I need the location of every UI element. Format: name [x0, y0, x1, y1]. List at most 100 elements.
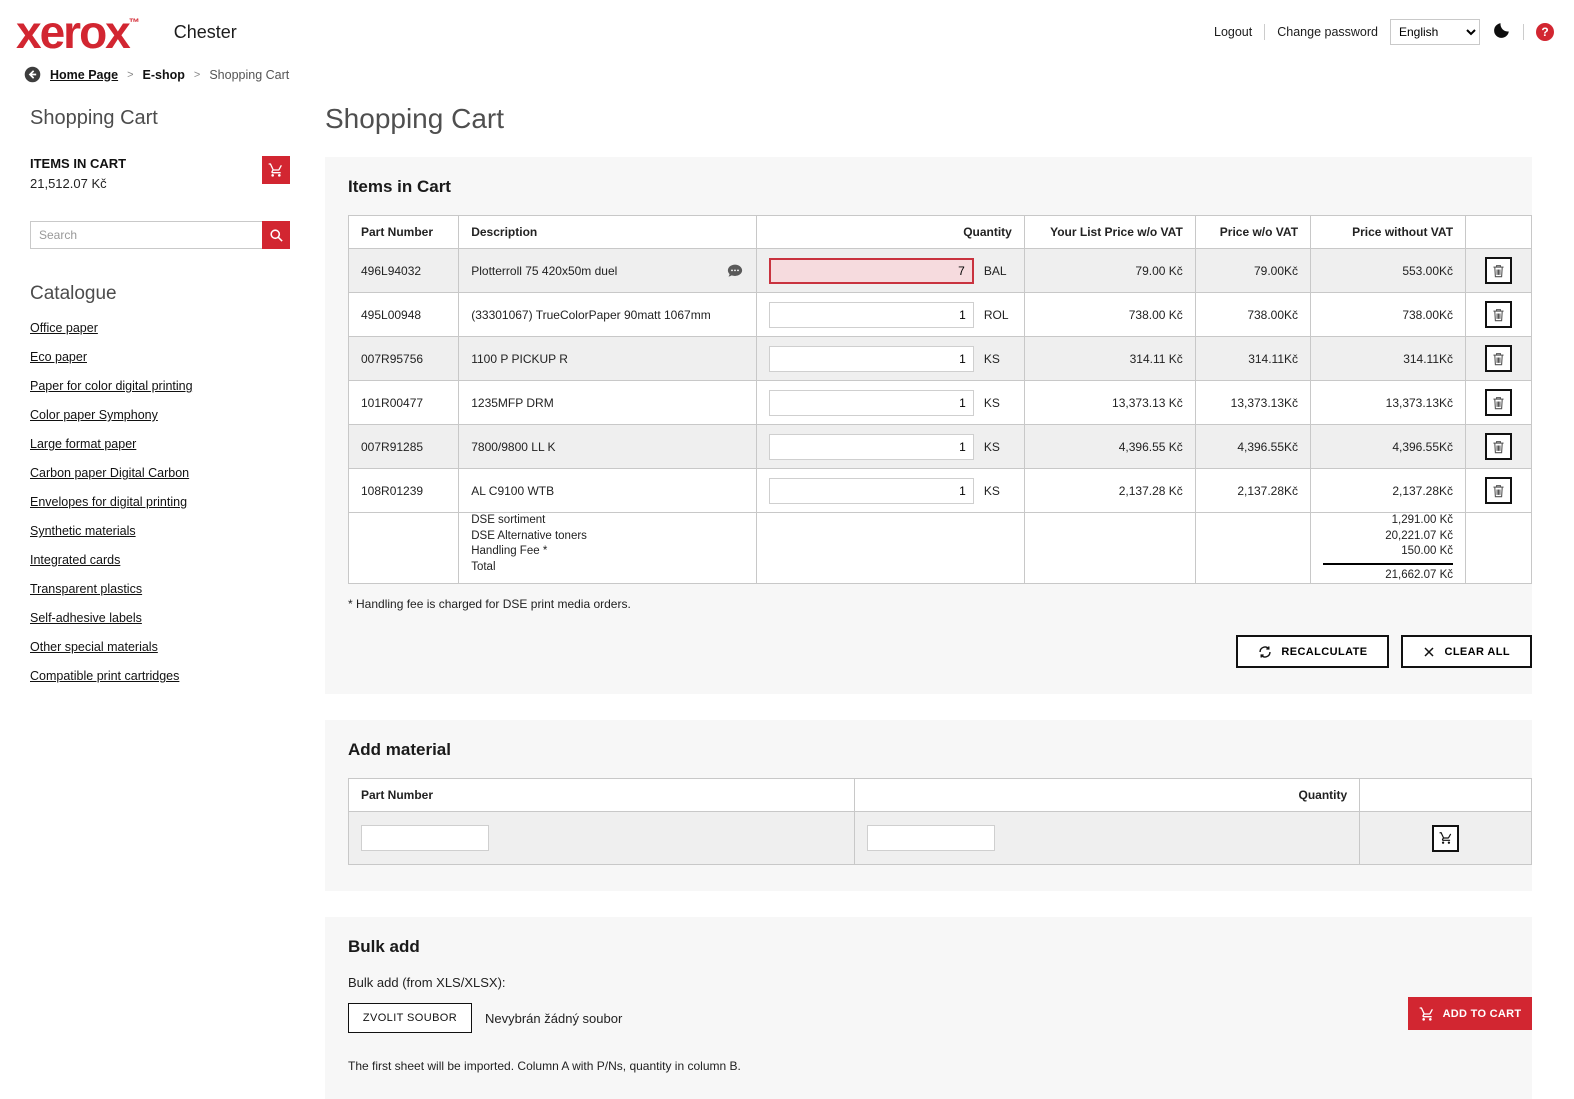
price-cell: 314.11Kč [1194, 336, 1312, 381]
quantity-input[interactable] [768, 301, 974, 328]
add-qty-cell [853, 811, 1361, 865]
choose-file-button[interactable]: ZVOLIT SOUBOR [348, 1003, 472, 1033]
top-bar: xerox™ Chester Logout Change password En… [0, 0, 1574, 60]
catalogue-link[interactable]: Color paper Symphony [30, 408, 158, 422]
top-right-controls: Logout Change password English ? [1214, 19, 1554, 45]
delete-item-button[interactable] [1485, 389, 1513, 416]
part-number-cell: 007R91285 [347, 424, 460, 469]
catalogue-list-item: Synthetic materials [30, 522, 290, 540]
trash-icon [1492, 396, 1505, 410]
search-button[interactable] [262, 221, 290, 249]
price-without-vat-cell: 2,137.28Kč [1310, 468, 1467, 513]
logout-link[interactable]: Logout [1214, 25, 1252, 39]
catalogue-list-item: Large format paper [30, 435, 290, 453]
description-cell: 1235MFP DRM [458, 380, 757, 425]
quantity-input[interactable] [768, 389, 974, 416]
breadcrumb: Home Page > E-shop > Shopping Cart [0, 60, 1574, 93]
part-number: 496L94032 [361, 263, 422, 278]
quantity-input[interactable] [768, 433, 974, 460]
part-number: 108R01239 [361, 483, 424, 498]
part-number-cell: 101R00477 [347, 380, 460, 425]
summary-empty-cell [1023, 512, 1196, 584]
add-material-heading: Add material [348, 740, 451, 759]
catalogue-link[interactable]: Carbon paper Digital Carbon [30, 466, 189, 480]
description: 7800/9800 LL K [471, 439, 556, 454]
catalogue-link[interactable]: Compatible print cartridges [30, 669, 179, 683]
divider [1523, 24, 1524, 40]
brand-text: xerox [16, 6, 131, 58]
delete-item-button[interactable] [1485, 345, 1513, 372]
delete-item-button[interactable] [1485, 257, 1513, 284]
catalogue-links: Office paper Eco paper Paper for color dig… [30, 319, 290, 685]
quantity-cell: KS [755, 468, 1025, 513]
delete-item-button[interactable] [1485, 301, 1513, 328]
breadcrumb-separator: > [127, 68, 134, 81]
catalogue-link[interactable]: Transparent plastics [30, 582, 142, 596]
trash-icon [1492, 264, 1505, 278]
unit-label: KS [983, 439, 1000, 454]
breadcrumb-home[interactable]: Home Page [50, 68, 118, 82]
price-without-vat-cell: 13,373.13Kč [1310, 380, 1467, 425]
change-password-link[interactable]: Change password [1277, 25, 1378, 39]
xerox-logo[interactable]: xerox™ [16, 9, 140, 55]
bulk-add-card: Bulk add Bulk add (from XLS/XLSX): ZVOLI… [325, 917, 1532, 1099]
catalogue-link[interactable]: Envelopes for digital printing [30, 495, 187, 509]
trademark-symbol: ™ [128, 17, 140, 29]
catalogue-link[interactable]: Synthetic materials [30, 524, 136, 538]
price-without-vat-cell: 738.00Kč [1310, 292, 1467, 337]
x-icon [1423, 646, 1435, 658]
price-without-vat-cell: 553.00Kč [1310, 248, 1467, 293]
catalogue-link[interactable]: Self-adhesive labels [30, 611, 142, 625]
catalogue-link[interactable]: Paper for color digital printing [30, 379, 193, 393]
no-file-selected-text: Nevybrán žádný soubor [485, 1010, 623, 1026]
breadcrumb-eshop[interactable]: E-shop [143, 68, 185, 82]
unit-label: KS [983, 395, 1000, 410]
summary-label: DSE Alternative toners [471, 529, 587, 542]
delete-cell [1465, 248, 1532, 293]
summary-values-cell: 1,291.00 Kč 20,221.07 Kč 150.00 Kč 21,662.0… [1310, 512, 1467, 584]
trash-icon [1492, 352, 1505, 366]
catalogue-list-item: Envelopes for digital printing [30, 493, 290, 511]
back-icon[interactable] [24, 66, 41, 83]
table-row: 007R95756 1100 P PICKUP R KS 314.11 Kč 3… [347, 336, 1532, 381]
search-input[interactable] [30, 221, 262, 249]
catalogue-link[interactable]: Other special materials [30, 640, 158, 654]
language-select[interactable]: English [1390, 19, 1480, 45]
clear-all-label: CLEAR ALL [1444, 645, 1510, 658]
price-without-vat-cell: 314.11Kč [1310, 336, 1467, 381]
recalculate-button[interactable]: RECALCULATE [1236, 635, 1390, 668]
catalogue-list-item: Office paper [30, 319, 290, 337]
add-part-number-input[interactable] [361, 825, 489, 851]
delete-item-button[interactable] [1485, 433, 1513, 460]
add-to-cart-row-button[interactable] [1432, 824, 1460, 852]
delete-item-button[interactable] [1485, 477, 1513, 504]
part-number: 101R00477 [361, 395, 424, 410]
quantity-input[interactable] [768, 477, 974, 504]
cart-table-header: Part Number Description Quantity Your Li… [347, 215, 1532, 249]
cart-button[interactable] [262, 156, 290, 184]
catalogue-link[interactable]: Integrated cards [30, 553, 120, 567]
quantity-cell: BAL [755, 248, 1025, 293]
catalogue-link[interactable]: Office paper [30, 321, 98, 335]
dark-mode-toggle[interactable] [1492, 21, 1511, 43]
bulk-add-label: Bulk add (from XLS/XLSX): [348, 975, 506, 990]
cart-table: Part Number Description Quantity Your Li… [347, 215, 1532, 584]
clear-all-button[interactable]: CLEAR ALL [1401, 635, 1532, 668]
catalogue-list-item: Transparent plastics [30, 580, 290, 598]
search-icon [269, 228, 284, 243]
summary-row: DSE sortiment DSE Alternative toners Handl… [347, 512, 1532, 584]
comment-icon[interactable] [726, 262, 744, 280]
summary-labels: DSE sortiment DSE Alternative toners Handl… [471, 513, 744, 575]
summary-label: Handling Fee * [471, 545, 548, 557]
quantity-input[interactable] [768, 345, 974, 372]
help-button[interactable]: ? [1536, 23, 1554, 41]
price-cell: 79.00Kč [1194, 248, 1312, 293]
catalogue-link[interactable]: Eco paper [30, 350, 87, 364]
add-quantity-input[interactable] [866, 825, 995, 851]
quantity-input[interactable] [768, 257, 974, 284]
catalogue-link[interactable]: Large format paper [30, 437, 136, 451]
summary-label: Total [471, 560, 496, 573]
items-in-cart-value: 21,512.07 Kč [30, 176, 107, 191]
table-row: 495L00948 (33301067) TrueColorPaper 90ma… [347, 292, 1532, 337]
add-to-cart-button[interactable]: ADD TO CART [1408, 997, 1532, 1030]
